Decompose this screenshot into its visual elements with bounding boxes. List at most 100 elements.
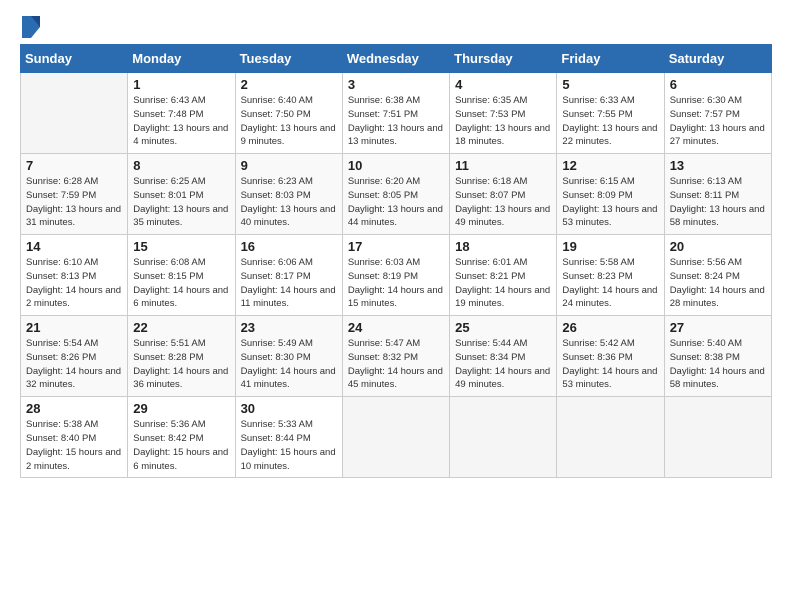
calendar-cell xyxy=(342,397,449,478)
daylight-info-1: Daylight: 13 hours and xyxy=(670,122,766,136)
calendar-header-tuesday: Tuesday xyxy=(235,45,342,73)
calendar-cell: 2Sunrise: 6:40 AMSunset: 7:50 PMDaylight… xyxy=(235,73,342,154)
calendar-week-row: 7Sunrise: 6:28 AMSunset: 7:59 PMDaylight… xyxy=(21,154,772,235)
sunrise-info: Sunrise: 6:28 AM xyxy=(26,175,122,189)
sunset-info: Sunset: 8:36 PM xyxy=(562,351,658,365)
daylight-info-2: 41 minutes. xyxy=(241,378,337,392)
day-info: Sunrise: 6:33 AMSunset: 7:55 PMDaylight:… xyxy=(562,94,658,149)
daylight-info-1: Daylight: 13 hours and xyxy=(455,122,551,136)
day-info: Sunrise: 6:08 AMSunset: 8:15 PMDaylight:… xyxy=(133,256,229,311)
calendar-cell: 29Sunrise: 5:36 AMSunset: 8:42 PMDayligh… xyxy=(128,397,235,478)
day-number: 18 xyxy=(455,239,551,254)
sunrise-info: Sunrise: 6:35 AM xyxy=(455,94,551,108)
daylight-info-2: 22 minutes. xyxy=(562,135,658,149)
day-number: 27 xyxy=(670,320,766,335)
sunrise-info: Sunrise: 6:03 AM xyxy=(348,256,444,270)
calendar-cell: 3 Sunrise: 6:38 AMSunset: 7:51 PMDaylight… xyxy=(342,73,449,154)
day-number: 15 xyxy=(133,239,229,254)
calendar-header-wednesday: Wednesday xyxy=(342,45,449,73)
sunset-info: Sunset: 8:21 PM xyxy=(455,270,551,284)
sunrise-info: Sunrise: 6:43 AM xyxy=(133,94,229,108)
daylight-info-2: 28 minutes. xyxy=(670,297,766,311)
sunset-info: Sunset: 8:09 PM xyxy=(562,189,658,203)
calendar-cell: 1Sunrise: 6:43 AMSunset: 7:48 PMDaylight… xyxy=(128,73,235,154)
day-info: Sunrise: 6:06 AMSunset: 8:17 PMDaylight:… xyxy=(241,256,337,311)
day-info: Sunrise: 6:03 AMSunset: 8:19 PMDaylight:… xyxy=(348,256,444,311)
sunset-info: Sunset: 7:57 PM xyxy=(670,108,766,122)
daylight-info-2: 45 minutes. xyxy=(348,378,444,392)
sunrise-info: Sunrise: 5:49 AM xyxy=(241,337,337,351)
calendar-cell xyxy=(664,397,771,478)
header xyxy=(20,16,772,34)
sunset-info: Sunset: 7:48 PM xyxy=(133,108,229,122)
daylight-info-2: 18 minutes. xyxy=(455,135,551,149)
calendar-cell: 9Sunrise: 6:23 AMSunset: 8:03 PMDaylight… xyxy=(235,154,342,235)
daylight-info-1: Daylight: 15 hours and xyxy=(241,446,337,460)
day-info: Sunrise: 6:25 AMSunset: 8:01 PMDaylight:… xyxy=(133,175,229,230)
daylight-info-1: Daylight: 14 hours and xyxy=(455,284,551,298)
sunset-info: Sunset: 7:53 PM xyxy=(455,108,551,122)
daylight-info-1: Daylight: 13 hours and xyxy=(133,203,229,217)
calendar-cell: 26Sunrise: 5:42 AMSunset: 8:36 PMDayligh… xyxy=(557,316,664,397)
day-number: 21 xyxy=(26,320,122,335)
sunrise-info: Sunrise: 6:15 AM xyxy=(562,175,658,189)
daylight-info-2: 49 minutes. xyxy=(455,216,551,230)
day-number: 28 xyxy=(26,401,122,416)
day-number: 1 xyxy=(133,77,229,92)
daylight-info-2: 10 minutes. xyxy=(241,460,337,474)
calendar-header-monday: Monday xyxy=(128,45,235,73)
day-number: 14 xyxy=(26,239,122,254)
daylight-info-1: Daylight: 14 hours and xyxy=(562,284,658,298)
day-number: 9 xyxy=(241,158,337,173)
sunset-info: Sunset: 8:07 PM xyxy=(455,189,551,203)
sunrise-info: Sunrise: 6:33 AM xyxy=(562,94,658,108)
sunrise-info: Sunrise: 5:47 AM xyxy=(348,337,444,351)
day-info: Sunrise: 5:38 AMSunset: 8:40 PMDaylight:… xyxy=(26,418,122,473)
day-number: 4 xyxy=(455,77,551,92)
sunset-info: Sunset: 8:32 PM xyxy=(348,351,444,365)
day-info: Sunrise: 5:42 AMSunset: 8:36 PMDaylight:… xyxy=(562,337,658,392)
daylight-info-2: 49 minutes. xyxy=(455,378,551,392)
sunset-info: Sunset: 8:28 PM xyxy=(133,351,229,365)
day-info: Sunrise: 6:38 AMSunset: 7:51 PMDaylight:… xyxy=(348,94,444,149)
calendar-cell: 17Sunrise: 6:03 AMSunset: 8:19 PMDayligh… xyxy=(342,235,449,316)
sunset-info: Sunset: 7:50 PM xyxy=(241,108,337,122)
sunrise-info: Sunrise: 5:40 AM xyxy=(670,337,766,351)
calendar-cell: 6Sunrise: 6:30 AMSunset: 7:57 PMDaylight… xyxy=(664,73,771,154)
calendar-header-friday: Friday xyxy=(557,45,664,73)
day-number: 30 xyxy=(241,401,337,416)
sunset-info: Sunset: 7:59 PM xyxy=(26,189,122,203)
day-number: 2 xyxy=(241,77,337,92)
day-number: 3 xyxy=(348,77,444,92)
daylight-info-2: 27 minutes. xyxy=(670,135,766,149)
calendar-cell: 27Sunrise: 5:40 AMSunset: 8:38 PMDayligh… xyxy=(664,316,771,397)
sunrise-info: Sunrise: 6:06 AM xyxy=(241,256,337,270)
day-number: 12 xyxy=(562,158,658,173)
calendar-table: SundayMondayTuesdayWednesdayThursdayFrid… xyxy=(20,44,772,478)
calendar-cell: 8Sunrise: 6:25 AMSunset: 8:01 PMDaylight… xyxy=(128,154,235,235)
sunrise-info: Sunrise: 5:54 AM xyxy=(26,337,122,351)
day-info: Sunrise: 5:36 AMSunset: 8:42 PMDaylight:… xyxy=(133,418,229,473)
daylight-info-1: Daylight: 14 hours and xyxy=(455,365,551,379)
calendar-week-row: 14Sunrise: 6:10 AMSunset: 8:13 PMDayligh… xyxy=(21,235,772,316)
daylight-info-2: 32 minutes. xyxy=(26,378,122,392)
calendar-header-row: SundayMondayTuesdayWednesdayThursdayFrid… xyxy=(21,45,772,73)
daylight-info-1: Daylight: 13 hours and xyxy=(455,203,551,217)
daylight-info-1: Daylight: 13 hours and xyxy=(562,122,658,136)
sunrise-info: Sunrise: 6:25 AM xyxy=(133,175,229,189)
day-info: Sunrise: 5:49 AMSunset: 8:30 PMDaylight:… xyxy=(241,337,337,392)
sunset-info: Sunset: 8:01 PM xyxy=(133,189,229,203)
calendar-cell: 10Sunrise: 6:20 AMSunset: 8:05 PMDayligh… xyxy=(342,154,449,235)
day-info: Sunrise: 5:54 AMSunset: 8:26 PMDaylight:… xyxy=(26,337,122,392)
sunset-info: Sunset: 8:34 PM xyxy=(455,351,551,365)
day-number: 10 xyxy=(348,158,444,173)
sunset-info: Sunset: 8:23 PM xyxy=(562,270,658,284)
sunset-info: Sunset: 8:42 PM xyxy=(133,432,229,446)
day-number: 6 xyxy=(670,77,766,92)
sunset-info: Sunset: 7:51 PM xyxy=(348,108,444,122)
daylight-info-1: Daylight: 13 hours and xyxy=(348,122,444,136)
calendar-cell: 25Sunrise: 5:44 AMSunset: 8:34 PMDayligh… xyxy=(450,316,557,397)
daylight-info-1: Daylight: 15 hours and xyxy=(133,446,229,460)
daylight-info-2: 2 minutes. xyxy=(26,297,122,311)
day-number: 20 xyxy=(670,239,766,254)
